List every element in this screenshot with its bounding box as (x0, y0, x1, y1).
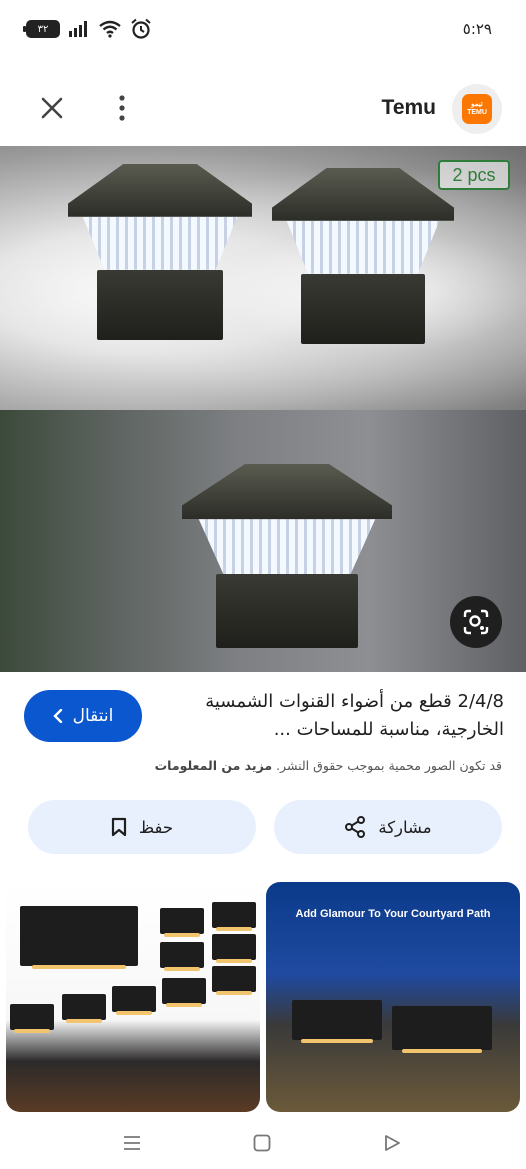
chevron-left-icon (52, 709, 62, 723)
related-image-caption: Add Glamour To Your Courtyard Path (295, 908, 491, 920)
site-name[interactable]: Temu (382, 96, 436, 120)
copyright-notice: قد تكون الصور محمية بموجب حقوق النشر. مز… (22, 758, 502, 773)
status-icons: ٣٢ (23, 18, 152, 40)
step-light (162, 978, 206, 1007)
share-label: مشاركة (378, 817, 432, 837)
related-image-left[interactable] (6, 882, 260, 1112)
site-logo[interactable]: تيمو TEMU (452, 84, 502, 134)
related-image-right[interactable]: Add Glamour To Your Courtyard Path (266, 882, 520, 1112)
product-image[interactable]: 2 pcs (0, 146, 526, 672)
visit-label: انتقال (72, 706, 114, 726)
status-time: ٥:٢٩ (462, 20, 492, 38)
close-icon (41, 97, 63, 119)
save-button[interactable]: حفظ (28, 800, 256, 854)
solar-lamp-right (272, 168, 454, 344)
status-bar: ٣٢ ٥:٢٩ (0, 0, 526, 60)
solar-lamp-left (68, 164, 252, 340)
step-light (112, 986, 156, 1015)
product-title[interactable]: 2/4/8 قطع من أضواء القنوات الشمسية الخار… (164, 688, 504, 744)
save-label: حفظ (138, 817, 174, 837)
lens-search-button[interactable] (450, 596, 502, 648)
back-button[interactable] (372, 1126, 412, 1160)
temu-logo-icon: تيمو TEMU (462, 94, 492, 124)
alarm-icon (131, 18, 151, 39)
share-button[interactable]: مشاركة (274, 800, 502, 854)
step-light (160, 908, 204, 937)
signal-icon (69, 21, 87, 37)
product-info: 2/4/8 قطع من أضواء القنوات الشمسية الخار… (0, 672, 526, 792)
menu-icon (124, 1136, 140, 1150)
home-button[interactable] (242, 1126, 282, 1160)
share-icon (345, 816, 366, 838)
wifi-icon (99, 20, 121, 38)
step-light (392, 1006, 492, 1053)
step-light (212, 902, 256, 931)
step-light (292, 1000, 382, 1043)
quantity-badge: 2 pcs (438, 160, 510, 190)
lens-header: Temu تيمو TEMU (0, 70, 526, 146)
solar-lamp-post (182, 464, 392, 648)
home-square-icon (253, 1134, 271, 1152)
step-light (10, 1004, 54, 1033)
close-button[interactable] (30, 86, 74, 130)
lens-icon (463, 609, 489, 635)
more-info-link[interactable]: مزيد من المعلومات (155, 758, 272, 773)
more-vert-icon (119, 95, 125, 121)
battery-icon: ٣٢ (23, 20, 60, 38)
bookmark-icon (111, 817, 126, 837)
back-triangle-icon (385, 1135, 400, 1151)
step-light-large (20, 906, 138, 969)
recent-apps-button[interactable] (112, 1126, 152, 1160)
step-light (160, 942, 204, 971)
related-results: Add Glamour To Your Courtyard Path (0, 880, 526, 1120)
action-buttons: حفظ مشاركة (0, 800, 526, 856)
step-light (212, 966, 256, 995)
battery-level: ٣٢ (37, 23, 49, 35)
visit-button[interactable]: انتقال (24, 690, 142, 742)
more-options-button[interactable] (102, 86, 142, 130)
step-light (212, 934, 256, 963)
copyright-text: قد تكون الصور محمية بموجب حقوق النشر. (276, 758, 502, 773)
step-light (62, 994, 106, 1023)
system-nav-bar (0, 1120, 526, 1169)
